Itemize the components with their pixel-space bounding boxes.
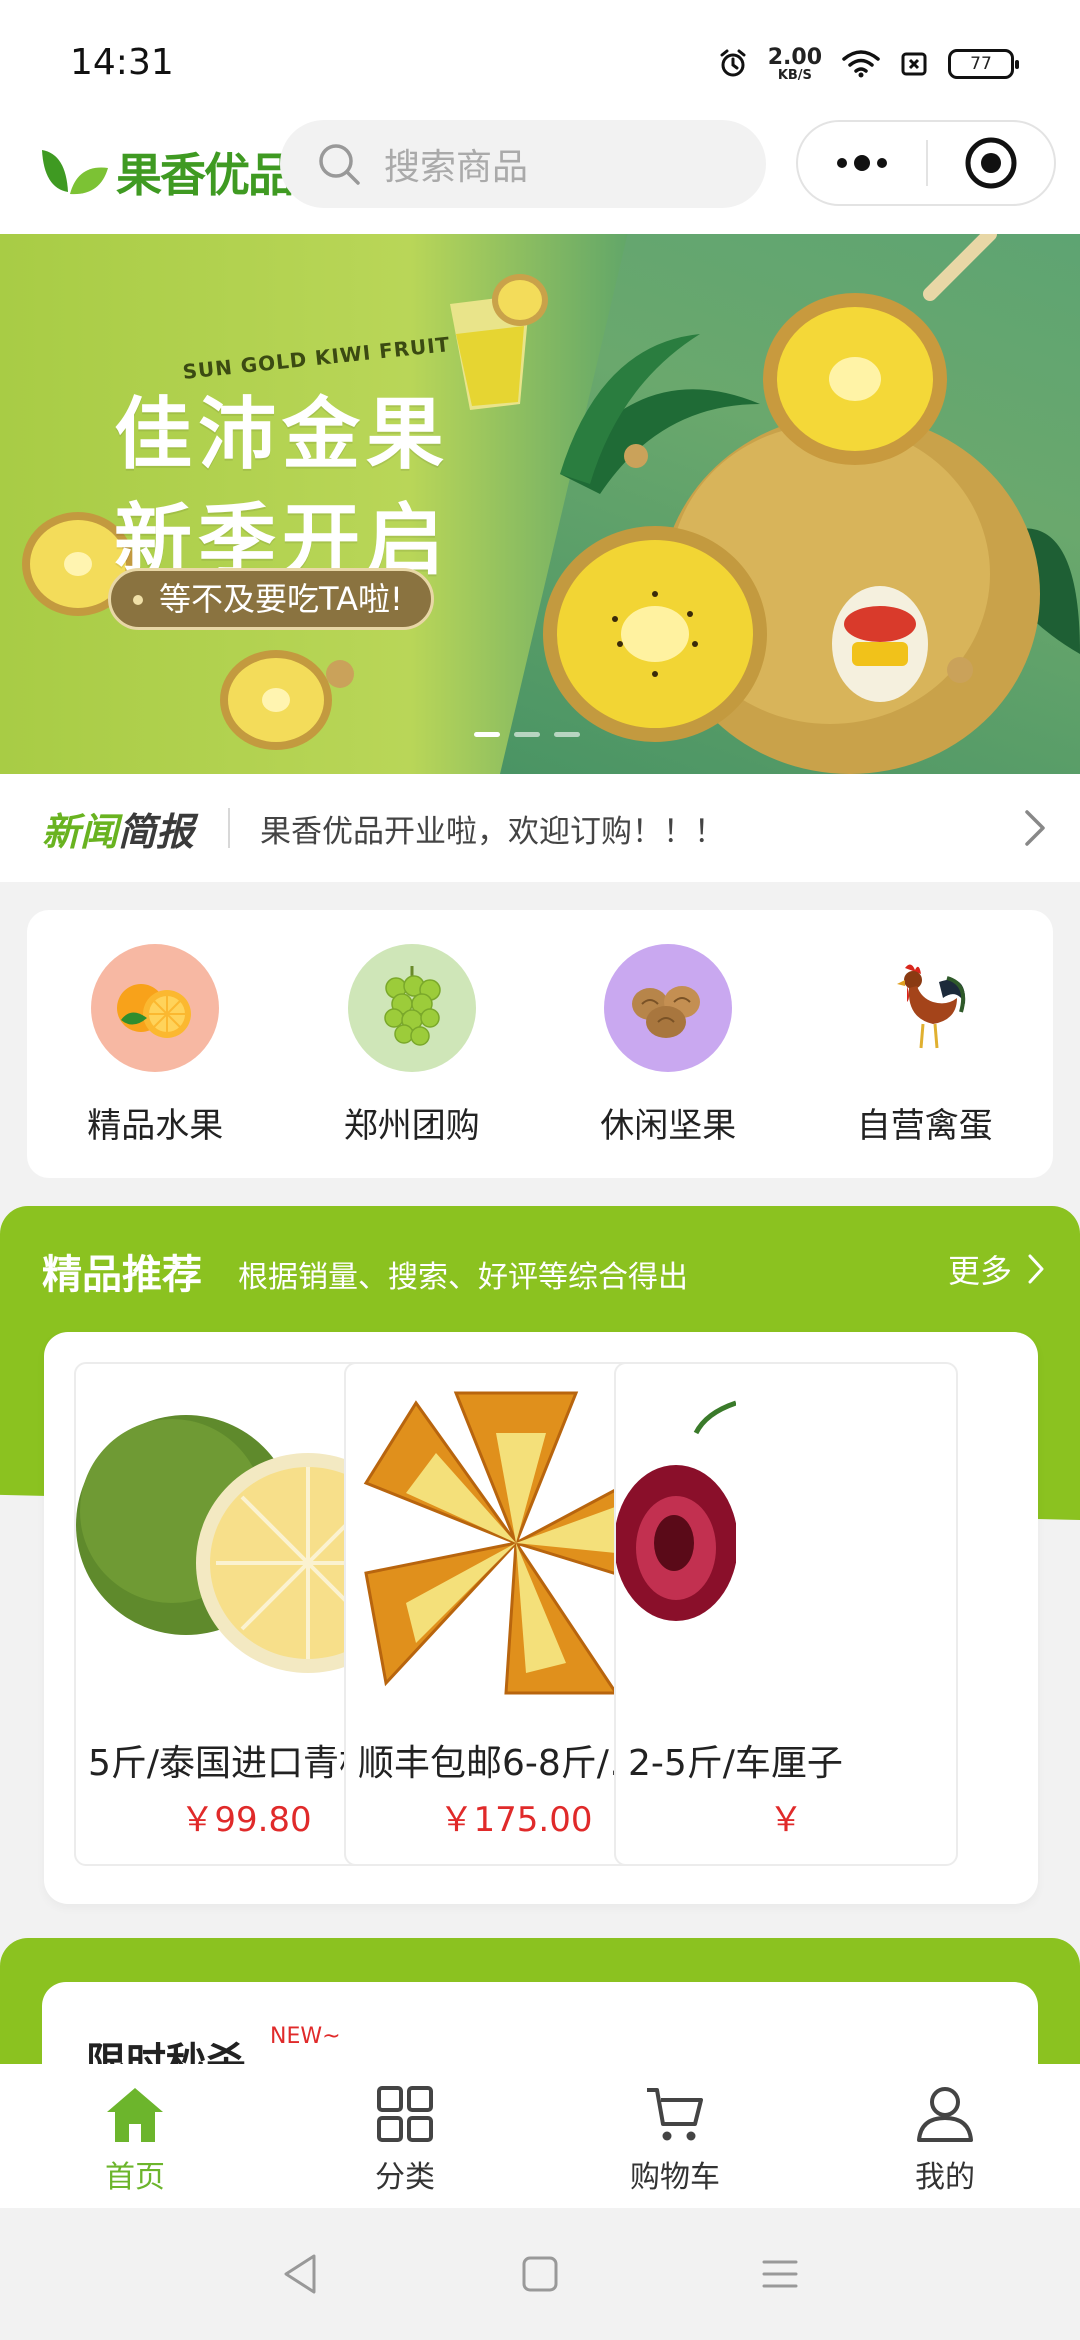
tab-label: 购物车 xyxy=(630,2160,720,2195)
more-icon xyxy=(837,155,887,171)
system-navigation-bar xyxy=(0,2208,1080,2340)
product-price: ￥ xyxy=(769,1800,803,1840)
news-tag: 新闻简报 xyxy=(42,801,194,856)
flash-sale-card: 限时秒杀 NEW~ xyxy=(42,1982,1038,2064)
tab-home[interactable]: 首页 xyxy=(0,2064,270,2208)
banner-dot[interactable] xyxy=(554,732,580,737)
flash-sale-title: 限时秒杀 xyxy=(86,2040,246,2064)
product-carousel: 5斤/泰国进口青柚 ￥99.80 顺丰包邮6-8斤/榴莲 ￥175.00 2-5… xyxy=(44,1332,1038,1904)
chevron-right-icon xyxy=(1025,810,1045,846)
news-divider xyxy=(228,808,231,848)
category-groupbuy[interactable]: 郑州团购 xyxy=(284,910,541,1178)
status-icons: 2.00 KB/S 77 xyxy=(718,44,1019,84)
battery-level: 77 xyxy=(970,54,992,74)
chevron-right-icon xyxy=(1028,1254,1044,1284)
menu-icon[interactable] xyxy=(760,2254,800,2294)
search-input[interactable]: 搜索商品 xyxy=(280,120,766,208)
user-icon xyxy=(917,2087,973,2142)
home-button-icon[interactable] xyxy=(520,2254,560,2294)
cherry-image xyxy=(616,1364,956,1722)
promo-banner[interactable]: SUN GOLD KIWI FRUIT 佳沛金果 新季开启 等不及要吃TA啦! xyxy=(0,234,1080,774)
recommend-section: 精品推荐 根据销量、搜索、好评等综合得出 更多 5斤/泰国进口青柚 ￥99.80 xyxy=(0,1206,1080,1906)
category-grid: 精品水果 郑州团购 休闲坚果 自营禽蛋 xyxy=(27,910,1053,1178)
status-time: 14:31 xyxy=(70,42,174,83)
news-text: 果香优品开业啦，欢迎订购！！！ xyxy=(260,813,726,850)
back-icon[interactable] xyxy=(280,2252,320,2296)
bottom-tab-bar: 首页 分类 购物车 我的 xyxy=(0,2064,1080,2208)
flash-sale-badge: NEW~ xyxy=(270,2024,341,2049)
logo-text: 果香优品 xyxy=(116,148,294,202)
home-icon xyxy=(107,2088,163,2142)
recommend-subtitle: 根据销量、搜索、好评等综合得出 xyxy=(238,1260,688,1295)
app-header: 果香优品 搜索商品 xyxy=(0,120,1080,234)
orange-icon xyxy=(91,944,220,1072)
more-button[interactable] xyxy=(798,122,926,204)
category-label: 郑州团购 xyxy=(343,1106,480,1146)
tab-cart[interactable]: 购物车 xyxy=(540,2064,810,2208)
product-name: 2-5斤/车厘子 xyxy=(628,1743,843,1784)
leaf-logo-icon xyxy=(42,150,108,195)
tab-label: 我的 xyxy=(915,2160,975,2195)
tab-label: 分类 xyxy=(375,2160,435,2195)
category-fruit[interactable]: 精品水果 xyxy=(27,910,284,1178)
category-label: 休闲坚果 xyxy=(600,1106,737,1146)
walnut-icon xyxy=(604,944,733,1072)
close-target-icon xyxy=(965,137,1017,189)
net-speed-value: 2.00 xyxy=(767,44,822,70)
search-icon xyxy=(319,144,360,185)
wifi-icon xyxy=(842,50,880,78)
net-speed: 2.00 KB/S xyxy=(767,44,822,83)
category-label: 精品水果 xyxy=(87,1106,224,1146)
product-card[interactable]: 2-5斤/车厘子 ￥ xyxy=(614,1362,958,1866)
app-logo[interactable]: 果香优品 xyxy=(38,132,294,212)
tab-profile[interactable]: 我的 xyxy=(810,2064,1080,2208)
category-icon xyxy=(377,2086,433,2142)
banner-dot[interactable] xyxy=(474,732,500,737)
tab-category[interactable]: 分类 xyxy=(270,2064,540,2208)
recommend-title: 精品推荐 xyxy=(42,1252,202,1298)
category-poultry[interactable]: 自营禽蛋 xyxy=(797,910,1054,1178)
category-nuts[interactable]: 休闲坚果 xyxy=(540,910,797,1178)
recommend-more-link[interactable]: 更多 xyxy=(948,1246,1044,1292)
sim-icon xyxy=(901,52,927,76)
status-bar: 14:31 2.00 KB/S 77 xyxy=(0,0,1080,120)
tab-label: 首页 xyxy=(105,2160,165,2195)
more-label: 更多 xyxy=(947,1252,1012,1290)
banner-dot[interactable] xyxy=(514,732,540,737)
cart-icon xyxy=(647,2088,703,2141)
search-placeholder: 搜索商品 xyxy=(384,147,529,188)
category-label: 自营禽蛋 xyxy=(856,1106,993,1146)
grape-icon xyxy=(347,944,476,1072)
battery-icon: 77 xyxy=(948,49,1019,79)
banner-title-line1: 佳沛金果 xyxy=(114,390,451,480)
news-ticker[interactable]: 新闻简报 果香优品开业啦，欢迎订购！！！ xyxy=(0,774,1080,882)
miniapp-capsule xyxy=(796,120,1056,206)
news-tag-part1: 新闻 xyxy=(42,809,119,854)
rooster-icon xyxy=(860,944,989,1072)
banner-slogan: 等不及要吃TA啦! xyxy=(108,568,434,630)
alarm-icon xyxy=(720,49,746,77)
flash-sale-section: 限时秒杀 NEW~ xyxy=(0,1938,1080,2064)
net-speed-unit: KB/S xyxy=(777,67,812,83)
close-miniapp-button[interactable] xyxy=(928,122,1054,204)
banner-title: 佳沛金果 新季开启 xyxy=(114,382,450,594)
banner-pagination xyxy=(474,732,580,737)
news-tag-part2: 简报 xyxy=(118,809,195,854)
